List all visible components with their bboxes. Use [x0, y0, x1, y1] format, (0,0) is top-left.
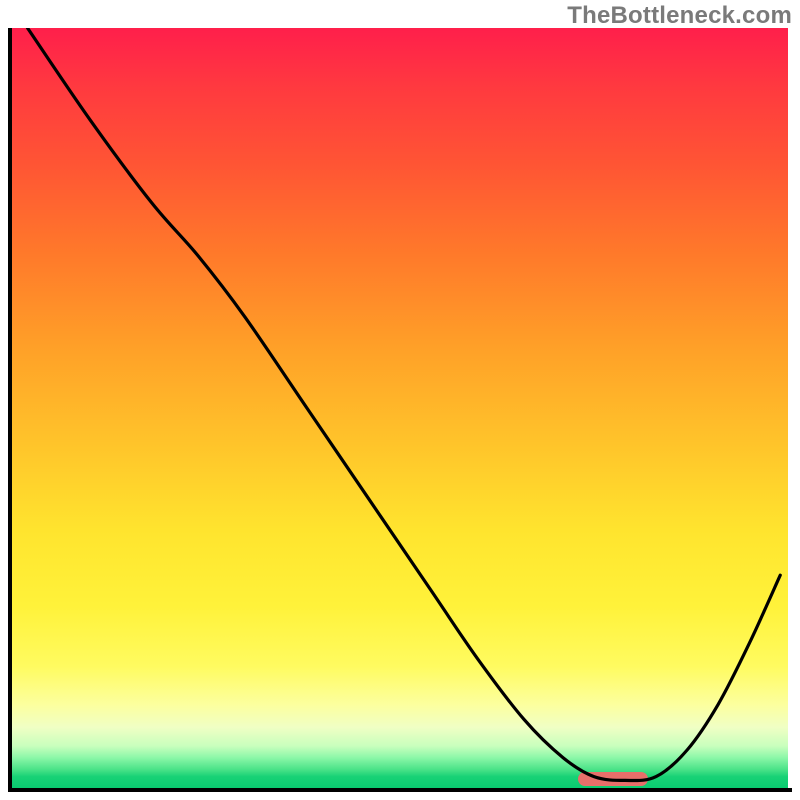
chart-wrapper: TheBottleneck.com — [0, 0, 800, 800]
watermark-text: TheBottleneck.com — [567, 2, 792, 30]
bottleneck-curve — [12, 28, 788, 788]
x-axis — [8, 788, 792, 792]
